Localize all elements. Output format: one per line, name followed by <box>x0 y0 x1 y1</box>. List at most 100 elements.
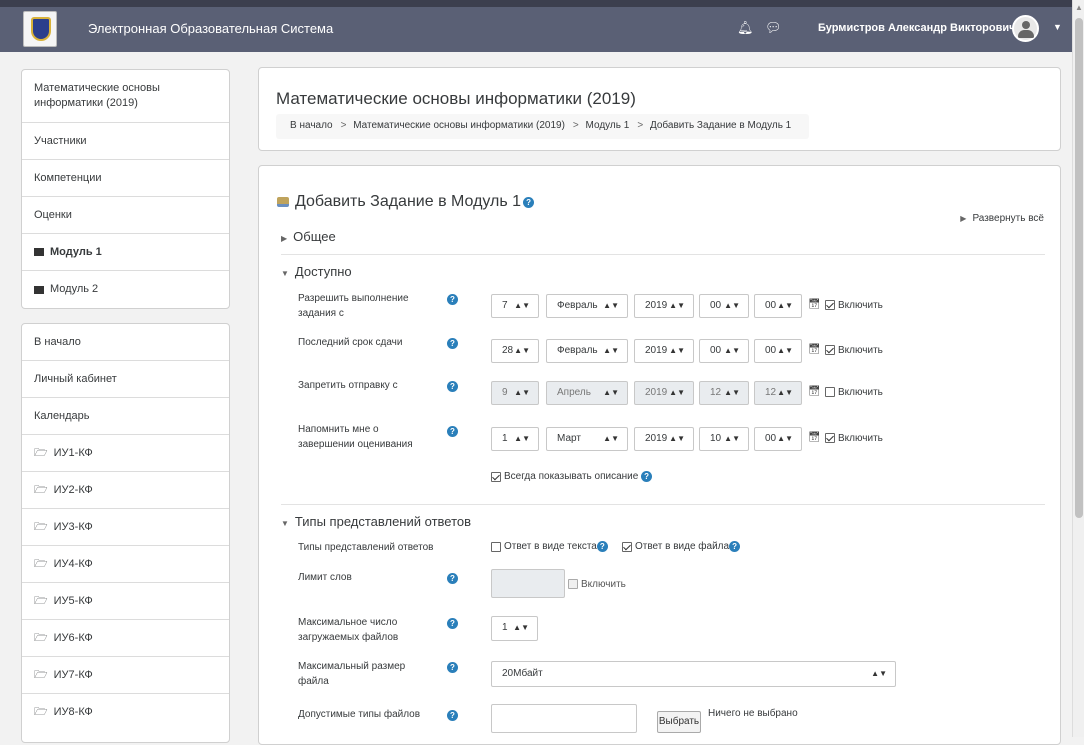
month-select[interactable]: Апрель ▲︎▼︎ <box>546 381 628 405</box>
help-icon[interactable]: ? <box>641 471 653 482</box>
nav-item-competencies[interactable]: Компетенции <box>22 160 229 197</box>
year-select[interactable]: 2019 ▲︎▼︎ <box>634 294 694 318</box>
checkbox[interactable] <box>568 579 578 590</box>
checkbox[interactable] <box>491 471 501 482</box>
choose-file-types-button[interactable]: Выбрать <box>657 711 701 733</box>
minute-select[interactable]: 00 ▲︎▼︎ <box>754 339 802 363</box>
word-limit-input[interactable] <box>491 569 565 598</box>
enable-checkbox[interactable]: Включить <box>825 345 883 356</box>
expand-all-link[interactable]: ▶ Развернуть всё <box>960 213 1044 224</box>
month-select[interactable]: Февраль ▲︎▼︎ <box>546 339 628 363</box>
checkbox[interactable] <box>491 541 501 552</box>
enable-checkbox[interactable]: Включить <box>825 300 883 311</box>
year-select[interactable]: 2019 ▲︎▼︎ <box>634 339 694 363</box>
help-icon[interactable]: ? <box>523 196 535 208</box>
month-select[interactable]: Февраль ▲︎▼︎ <box>546 294 628 318</box>
nav-item-folder[interactable]: 🗁︎ ИУ7-КФ <box>22 657 229 694</box>
day-select[interactable]: 28 ▲︎▼︎ <box>491 339 539 363</box>
help-icon[interactable]: ? <box>447 618 458 629</box>
nav-item-folder[interactable]: 🗁︎ ИУ2-КФ <box>22 472 229 509</box>
nav-item-course[interactable]: Математические основы информатики (2019) <box>22 70 229 123</box>
file-types-input[interactable] <box>491 704 637 733</box>
chevron-down-icon[interactable]: ▼ <box>1053 22 1062 32</box>
site-title[interactable]: Электронная Образовательная Система <box>88 21 333 36</box>
online-text-checkbox[interactable]: Ответ в виде текста? <box>491 541 608 552</box>
shield-icon <box>31 17 51 41</box>
nav-item-module-2[interactable]: Модуль 2 <box>22 271 229 308</box>
nav-item-folder[interactable]: 🗁︎ ИУ3-КФ <box>22 509 229 546</box>
nav-item-module-1[interactable]: Модуль 1 <box>22 234 229 271</box>
breadcrumb-item[interactable]: Математические основы информатики (2019) <box>353 120 565 131</box>
help-icon[interactable]: ? <box>447 662 458 673</box>
enable-checkbox[interactable]: Включить <box>825 387 883 398</box>
nav-item-folder[interactable]: 🗁︎ ИУ8-КФ <box>22 694 229 731</box>
checkbox-label: Включить <box>581 579 626 590</box>
calendar-icon[interactable]: 📅︎ <box>808 386 821 397</box>
day-select[interactable]: 9 ▲︎▼︎ <box>491 381 539 405</box>
select-value: 00 <box>765 345 777 356</box>
avatar[interactable] <box>1012 15 1039 42</box>
minute-select[interactable]: 00 ▲︎▼︎ <box>754 294 802 318</box>
top-navbar: Электронная Образовательная Система 🔔︎ 💬… <box>0 0 1072 52</box>
help-icon[interactable]: ? <box>729 541 741 552</box>
word-limit-enable-checkbox[interactable]: Включить <box>568 579 626 590</box>
nav-item-dashboard[interactable]: Личный кабинет <box>22 361 229 398</box>
nav-item-home[interactable]: В начало <box>22 324 229 361</box>
calendar-icon[interactable]: 📅︎ <box>808 344 821 355</box>
help-icon[interactable]: ? <box>447 573 458 584</box>
year-select[interactable]: 2019 ▲︎▼︎ <box>634 427 694 451</box>
scroll-up-arrow-icon[interactable]: ▲ <box>1075 3 1083 12</box>
help-icon[interactable]: ? <box>596 541 608 552</box>
month-select[interactable]: Март ▲︎▼︎ <box>546 427 628 451</box>
help-icon[interactable]: ? <box>447 381 458 392</box>
checkbox[interactable] <box>825 433 835 444</box>
enable-checkbox[interactable]: Включить <box>825 433 883 444</box>
breadcrumb-item[interactable]: В начало <box>290 120 333 131</box>
scroll-thumb[interactable] <box>1075 18 1083 518</box>
section-availability-toggle[interactable]: ▼ Доступно <box>281 264 352 279</box>
checkbox[interactable] <box>622 541 632 552</box>
nav-item-grades[interactable]: Оценки <box>22 197 229 234</box>
calendar-icon[interactable]: 📅︎ <box>808 299 821 310</box>
hour-select[interactable]: 00 ▲︎▼︎ <box>699 339 749 363</box>
nav-item-folder[interactable]: 🗁︎ ИУ5-КФ <box>22 583 229 620</box>
chat-icon[interactable]: 💬︎ <box>765 20 782 36</box>
user-name[interactable]: Бурмистров Александр Викторович <box>818 22 1016 34</box>
help-icon[interactable]: ? <box>447 710 458 721</box>
site-logo[interactable] <box>23 11 57 47</box>
breadcrumb-item[interactable]: Модуль 1 <box>586 120 630 131</box>
nav-item-folder[interactable]: 🗁︎ ИУ6-КФ <box>22 620 229 657</box>
nav-item-folder[interactable]: 🗁︎ ИУ1-КФ <box>22 435 229 472</box>
minute-select[interactable]: 00 ▲︎▼︎ <box>754 427 802 451</box>
page-scrollbar[interactable]: ▲ <box>1072 0 1084 737</box>
help-icon[interactable]: ? <box>447 426 458 437</box>
hour-select[interactable]: 12 ▲︎▼︎ <box>699 381 749 405</box>
checkbox[interactable] <box>825 300 835 311</box>
max-size-select[interactable]: 20Мбайт ▲︎▼︎ <box>491 661 896 687</box>
day-select[interactable]: 1 ▲︎▼︎ <box>491 427 539 451</box>
breadcrumb-item[interactable]: Добавить Задание в Модуль 1 <box>650 120 791 131</box>
calendar-icon[interactable]: 📅︎ <box>808 432 821 443</box>
checkbox[interactable] <box>825 387 835 398</box>
always-show-description-checkbox[interactable]: Всегда показывать описание ? <box>491 471 653 482</box>
hour-select[interactable]: 10 ▲︎▼︎ <box>699 427 749 451</box>
help-icon[interactable]: ? <box>447 294 458 305</box>
day-select[interactable]: 7 ▲︎▼︎ <box>491 294 539 318</box>
checkbox[interactable] <box>825 345 835 356</box>
nav-item-label: Календарь <box>34 409 90 422</box>
year-select[interactable]: 2019 ▲︎▼︎ <box>634 381 694 405</box>
nav-item-folder[interactable]: 🗁︎ ИУ4-КФ <box>22 546 229 583</box>
file-submission-checkbox[interactable]: Ответ в виде файла? <box>622 541 741 552</box>
bell-icon[interactable]: 🔔︎ <box>737 20 754 36</box>
section-general-toggle[interactable]: ▶ Общее <box>281 229 336 244</box>
nav-item-calendar[interactable]: Календарь <box>22 398 229 435</box>
section-submission-types-toggle[interactable]: ▼ Типы представлений ответов <box>281 514 471 529</box>
nav-item-participants[interactable]: Участники <box>22 123 229 160</box>
help-icon[interactable]: ? <box>447 338 458 349</box>
select-value: 2019 <box>645 300 668 311</box>
max-files-select[interactable]: 1 ▲︎▼︎ <box>491 616 538 641</box>
select-arrows-icon: ▲︎▼︎ <box>724 346 740 355</box>
hour-select[interactable]: 00 ▲︎▼︎ <box>699 294 749 318</box>
section-label: Доступно <box>294 264 352 279</box>
minute-select[interactable]: 12 ▲︎▼︎ <box>754 381 802 405</box>
